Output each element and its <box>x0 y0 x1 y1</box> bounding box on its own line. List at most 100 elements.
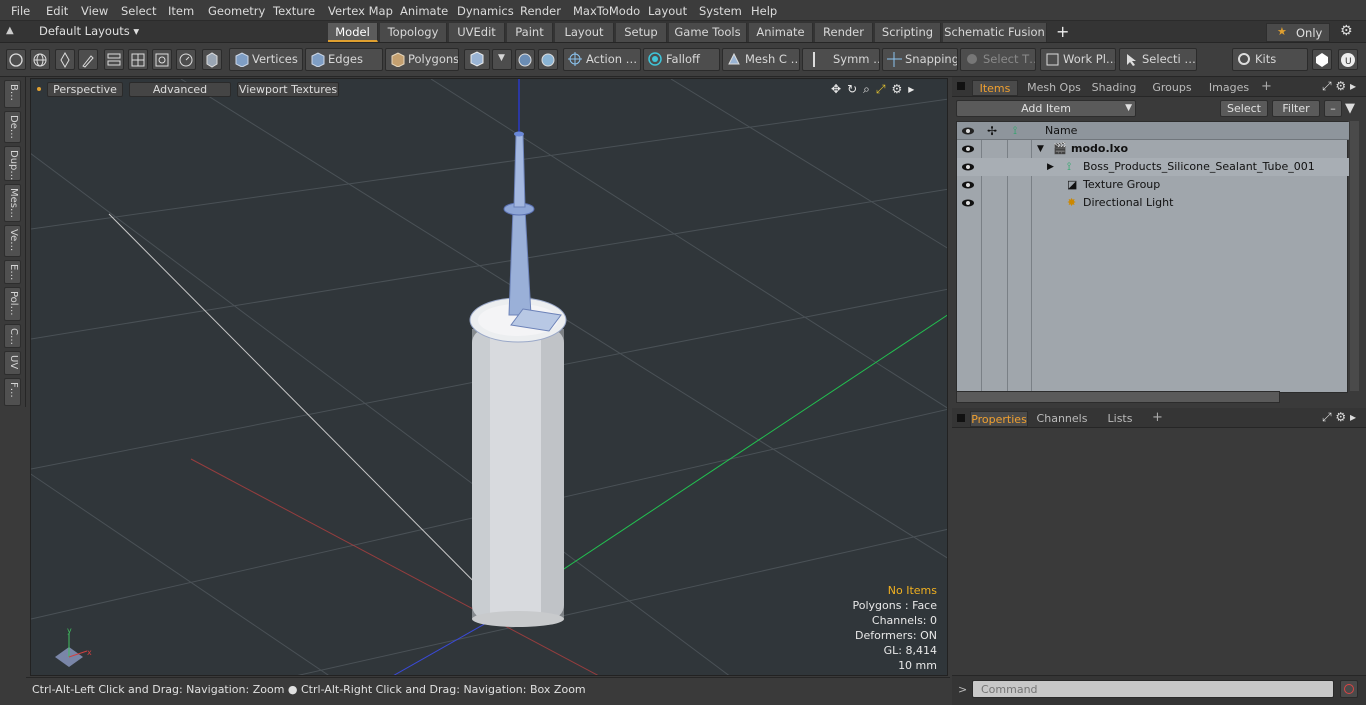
horizontal-scrollbar[interactable] <box>956 391 1280 403</box>
left-tab-deform[interactable]: De… <box>4 111 21 143</box>
pen-tool-icon[interactable] <box>55 49 75 70</box>
3d-viewport[interactable]: y x Perspective Advanced Viewport Textur… <box>30 78 948 676</box>
expand-arrow-icon[interactable]: ▶ <box>1047 158 1054 176</box>
tab-animate[interactable]: Animate <box>749 23 813 42</box>
visibility-eye-icon[interactable] <box>962 161 975 173</box>
tab-model[interactable]: Model <box>328 23 378 42</box>
list-item-scene[interactable]: ▼ 🎬 modo.lxo <box>957 140 1349 158</box>
tab-layout[interactable]: Layout <box>555 23 614 42</box>
menu-texture[interactable]: Texture <box>273 4 315 18</box>
left-tab-fusion[interactable]: F… <box>4 378 21 406</box>
selection-sets-button[interactable]: Selecti … <box>1119 48 1197 71</box>
viewport-dot-icon[interactable] <box>37 87 41 91</box>
tab-mesh-ops[interactable]: Mesh Ops <box>1024 80 1084 96</box>
name-column-header[interactable]: Name <box>1045 122 1077 140</box>
move-view-icon[interactable]: ✥ <box>831 82 847 96</box>
mode-dropdown-icon[interactable]: ▼ <box>492 49 512 70</box>
list-item-mesh[interactable]: ▶ ⟟ Boss_Products_Silicone_Sealant_Tube_… <box>957 158 1349 176</box>
menu-render[interactable]: Render <box>520 4 561 18</box>
add-properties-tab-icon[interactable]: + <box>1152 410 1163 425</box>
perspective-button[interactable]: Perspective <box>47 82 123 97</box>
tab-game-tools[interactable]: Game Tools <box>669 23 747 42</box>
visibility-eye-icon[interactable] <box>962 143 975 155</box>
collapse-icon[interactable]: – <box>1324 100 1342 117</box>
snapping-button[interactable]: Snapping <box>882 48 958 71</box>
menu-maxtomodo[interactable]: MaxToModo <box>573 4 640 18</box>
add-panel-tab-icon[interactable]: + <box>1261 79 1272 94</box>
menu-animate[interactable]: Animate <box>400 4 448 18</box>
mesh-constraint-button[interactable]: Mesh C … <box>722 48 800 71</box>
panel-menu-icon[interactable] <box>957 82 965 90</box>
panel-expand-gear-icons[interactable]: ⤢ ⚙ ▸ <box>1322 79 1356 94</box>
tab-topology[interactable]: Topology <box>380 23 447 42</box>
polygons-button[interactable]: Polygons <box>385 48 459 71</box>
unreal-icon[interactable]: U <box>1338 49 1358 70</box>
kits-button[interactable]: Kits <box>1232 48 1308 71</box>
menu-item[interactable]: Item <box>168 4 194 18</box>
unity-icon[interactable] <box>1312 49 1332 70</box>
left-tab-duplicate[interactable]: Dup… <box>4 146 21 181</box>
only-toggle[interactable]: ★ Only <box>1266 23 1330 42</box>
list-item-directional-light[interactable]: ✸ Directional Light <box>957 194 1349 212</box>
vertical-scrollbar[interactable] <box>1350 121 1359 391</box>
menu-dynamics[interactable]: Dynamics <box>457 4 514 18</box>
tab-scripting[interactable]: Scripting <box>875 23 941 42</box>
menu-edit[interactable]: Edit <box>46 4 68 18</box>
menu-help[interactable]: Help <box>751 4 777 18</box>
rotate-view-icon[interactable]: ↻ <box>847 82 863 96</box>
tab-groups[interactable]: Groups <box>1144 80 1200 96</box>
settings-gear-icon[interactable]: ⚙ <box>1340 23 1353 39</box>
left-tab-edge[interactable]: E… <box>4 260 21 284</box>
grid-icon[interactable] <box>128 49 148 70</box>
tab-paint[interactable]: Paint <box>507 23 553 42</box>
item-mode-icon[interactable] <box>464 49 490 70</box>
menu-select[interactable]: Select <box>121 4 156 18</box>
menu-vertex-map[interactable]: Vertex Map <box>328 4 393 18</box>
select-circle-icon[interactable] <box>6 49 26 70</box>
expand-arrow-icon[interactable]: ▼ <box>1037 140 1044 158</box>
add-tab-icon[interactable]: + <box>1056 22 1069 41</box>
left-tab-basic[interactable]: B… <box>4 80 21 108</box>
cube-shaded-icon[interactable] <box>202 49 222 70</box>
fit-view-icon[interactable]: ⤢ <box>876 82 892 96</box>
vertices-button[interactable]: Vertices <box>229 48 303 71</box>
work-plane-button[interactable]: Work Pl… <box>1040 48 1116 71</box>
align-icon[interactable] <box>104 49 124 70</box>
tab-shading[interactable]: Shading <box>1088 80 1140 96</box>
visibility-eye-icon[interactable] <box>962 197 975 209</box>
menu-system[interactable]: System <box>699 4 742 18</box>
select-button[interactable]: Select <box>1220 100 1268 117</box>
properties-expand-gear-icons[interactable]: ⤢ ⚙ ▸ <box>1322 410 1356 425</box>
zoom-view-icon[interactable]: ⌕ <box>863 82 876 96</box>
square-select-icon[interactable] <box>152 49 172 70</box>
tab-schematic-fusion[interactable]: Schematic Fusion <box>943 23 1047 42</box>
texture-icon[interactable] <box>538 49 558 70</box>
visibility-eye-icon[interactable] <box>962 179 975 191</box>
left-tab-uv[interactable]: UV <box>4 351 21 375</box>
tab-images[interactable]: Images <box>1204 80 1254 96</box>
record-macro-button[interactable] <box>1340 680 1358 698</box>
add-item-button[interactable]: Add Item ▼ <box>956 100 1136 117</box>
list-item-texture-group[interactable]: ◪ Texture Group <box>957 176 1349 194</box>
menu-geometry[interactable]: Geometry <box>208 4 265 18</box>
left-tab-polygon[interactable]: Pol… <box>4 287 21 321</box>
viewport-gear-icon[interactable]: ⚙ <box>891 82 908 96</box>
edges-button[interactable]: Edges <box>305 48 383 71</box>
viewport-play-icon[interactable]: ▸ <box>908 82 920 96</box>
symmetry-button[interactable]: Symm … <box>802 48 880 71</box>
material-icon[interactable] <box>515 49 535 70</box>
tab-uvedit[interactable]: UVEdit <box>449 23 505 42</box>
viewport-textures-button[interactable]: Viewport Textures <box>237 82 339 97</box>
select-through-button[interactable]: Select T… <box>960 48 1036 71</box>
filter-button[interactable]: Filter <box>1272 100 1320 117</box>
tab-properties[interactable]: Properties <box>970 411 1028 427</box>
properties-menu-icon[interactable] <box>957 414 965 422</box>
brush-icon[interactable] <box>78 49 98 70</box>
command-input[interactable] <box>972 680 1334 698</box>
default-layouts-dropdown[interactable]: Default Layouts ▾ <box>39 24 139 38</box>
layout-collapse-icon[interactable]: ▲ <box>6 25 20 39</box>
tab-render[interactable]: Render <box>815 23 873 42</box>
funnel-icon[interactable]: ▼ <box>1345 101 1355 116</box>
tab-setup[interactable]: Setup <box>616 23 667 42</box>
globe-icon[interactable] <box>30 49 50 70</box>
